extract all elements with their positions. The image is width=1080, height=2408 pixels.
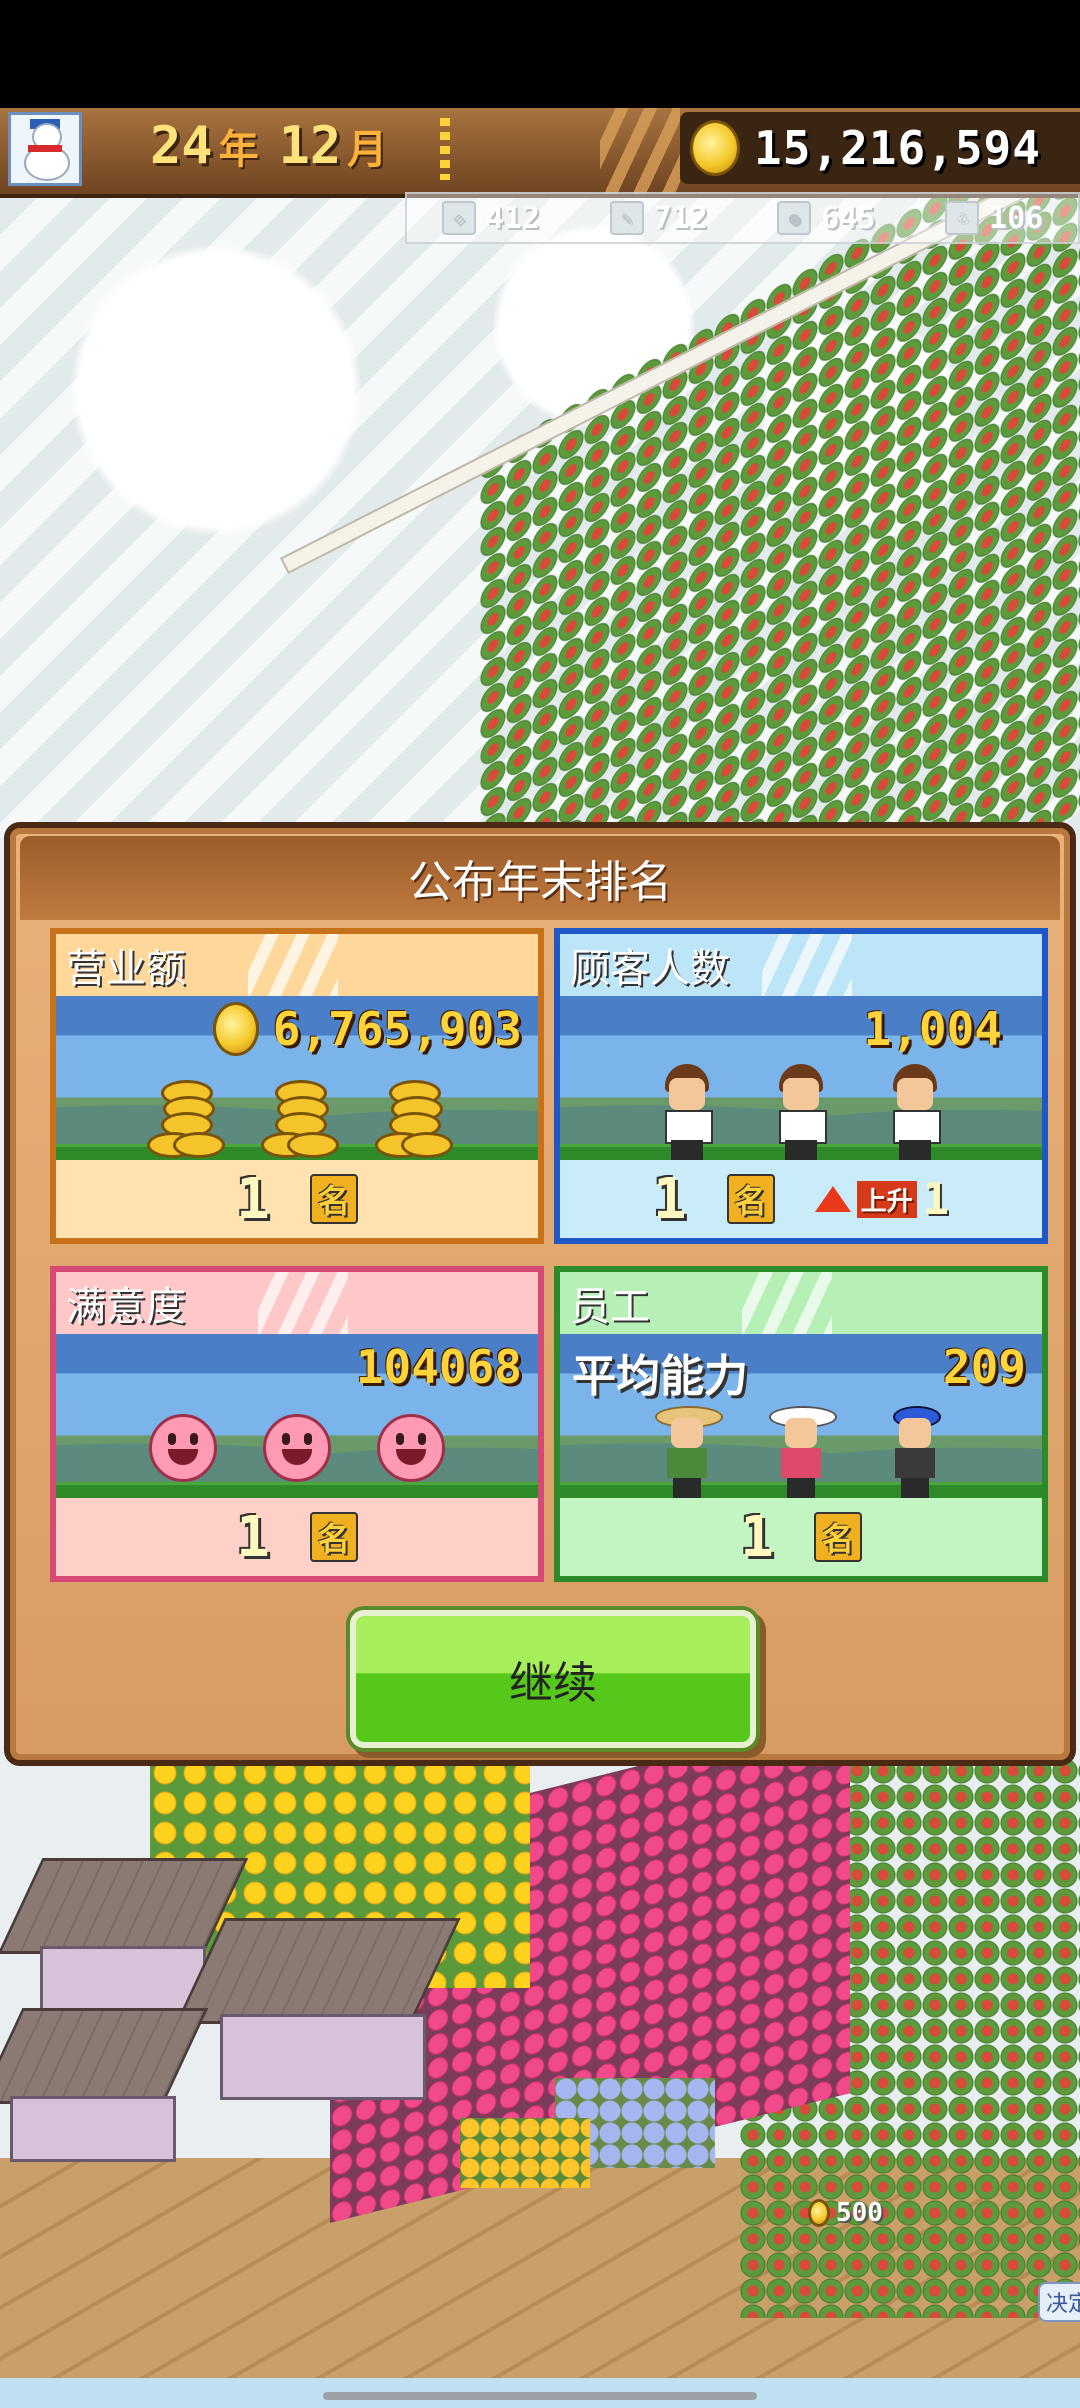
smiley-icon [149,1414,217,1482]
panel-value: 6,765,903 [212,1002,522,1056]
smiley-icon [263,1414,331,1482]
panel-customers: 顾客人数 1,004 1 名 上升 1 [554,928,1048,1244]
home-indicator[interactable] [323,2392,757,2400]
coin-icon [808,2199,830,2227]
coin-stack-icon [147,1072,225,1160]
dialog-header: 公布年末排名 [20,836,1060,920]
status-bar [0,0,1080,108]
rank-unit: 名 [813,1512,862,1562]
customer-icon [769,1064,833,1160]
hud-stripes [600,108,680,194]
year-end-ranking-dialog: 公布年末排名 营业额 6,765,903 1 名 顾客人数 1,004 1 名 … [4,822,1076,1766]
panel-satisfaction: 满意度 104068 1 名 [50,1266,544,1582]
pencil-icon: ✎ [609,201,644,235]
panel-rank: 1 名 [56,1498,538,1576]
customer-icon [883,1064,947,1160]
customers-value: 1,004 [863,1002,1002,1056]
farmer-icon [655,1402,723,1498]
rank-unit: 名 [309,1512,358,1562]
panel-rank: 1 名 [560,1498,1042,1576]
resource-bar: ◇ 412 ✎ 712 ● 645 ♧ 106 [405,192,1080,244]
panel-scene: 6,765,903 [56,996,538,1160]
satisfaction-value: 104068 [355,1340,522,1394]
price-tag-value: 500 [836,2198,883,2228]
coin-stack-icon [261,1072,339,1160]
staff-value: 209 [942,1340,1026,1394]
up-arrow-icon [814,1186,851,1212]
resource-value: 412 [485,200,540,236]
resource-water: ◇ 412 [441,200,540,236]
panel-value: 1,004 [864,1002,1002,1056]
continue-button[interactable]: 继续 [350,1610,756,1748]
resource-pencil: ✎ 712 [609,200,708,236]
resource-value: 645 [821,200,876,236]
panel-rank: 1 名 [56,1160,538,1238]
panel-staff: 员工 平均能力 209 1 名 [554,1266,1048,1582]
resource-value: 106 [989,200,1044,236]
coin-icon [690,120,740,176]
bow-girl-icon [883,1402,947,1498]
sales-value: 6,765,903 [272,1002,522,1056]
panel-value: 209 [943,1340,1026,1394]
rank-unit: 名 [726,1174,775,1224]
dialog-title: 公布年末排名 [408,857,672,908]
rank-number: 1 [652,1166,687,1232]
decide-tag[interactable]: 决定 [1038,2282,1080,2322]
panel-value: 104068 [356,1340,522,1394]
panel-sales: 营业额 6,765,903 1 名 [50,928,544,1244]
smiley-icon [377,1414,445,1482]
fertilizer-icon: ● [777,201,812,235]
date-display: 24 年 12 月 [150,116,387,176]
panel-rank: 1 名 上升 1 [560,1160,1042,1238]
coin-stack-icon [375,1072,453,1160]
snowman-icon [18,119,72,181]
panel-scene: 1,004 [560,996,1042,1160]
money-value: 15,216,594 [754,121,1041,175]
seed-icon: ♧ [945,201,980,235]
rank-number: 1 [236,1504,270,1570]
panel-scene: 104068 [56,1334,538,1498]
year-number: 24 [150,116,213,176]
resource-seed: ♧ 106 [945,201,1043,236]
rank-number: 1 [740,1504,774,1570]
resource-value: 712 [653,200,708,236]
menu-dots-icon[interactable] [440,118,450,180]
avatar[interactable] [8,112,82,186]
water-icon: ◇ [441,201,476,235]
average-ability-label: 平均能力 [572,1351,748,1402]
month-number: 12 [278,116,342,176]
yellow-flower-bed [460,2118,590,2188]
rank-unit: 名 [309,1174,358,1224]
farm-houses[interactable] [0,1838,480,2168]
cow-girl-icon [769,1402,837,1498]
resource-fertilizer: ● 645 [777,201,875,236]
rise-value: 1 [922,1173,950,1225]
rank-rise: 上升 1 [814,1173,950,1225]
panel-scene: 平均能力 209 [560,1334,1042,1498]
rank-number: 1 [236,1166,270,1232]
month-unit: 月 [347,127,388,173]
year-unit: 年 [218,127,259,173]
rise-label: 上升 [856,1180,917,1218]
customer-icon [655,1064,719,1160]
price-tag: 500 [808,2198,883,2228]
coin-icon [212,1002,259,1056]
money-display: 15,216,594 [680,112,1080,184]
top-hud: 24 年 12 月 15,216,594 [0,108,1080,198]
